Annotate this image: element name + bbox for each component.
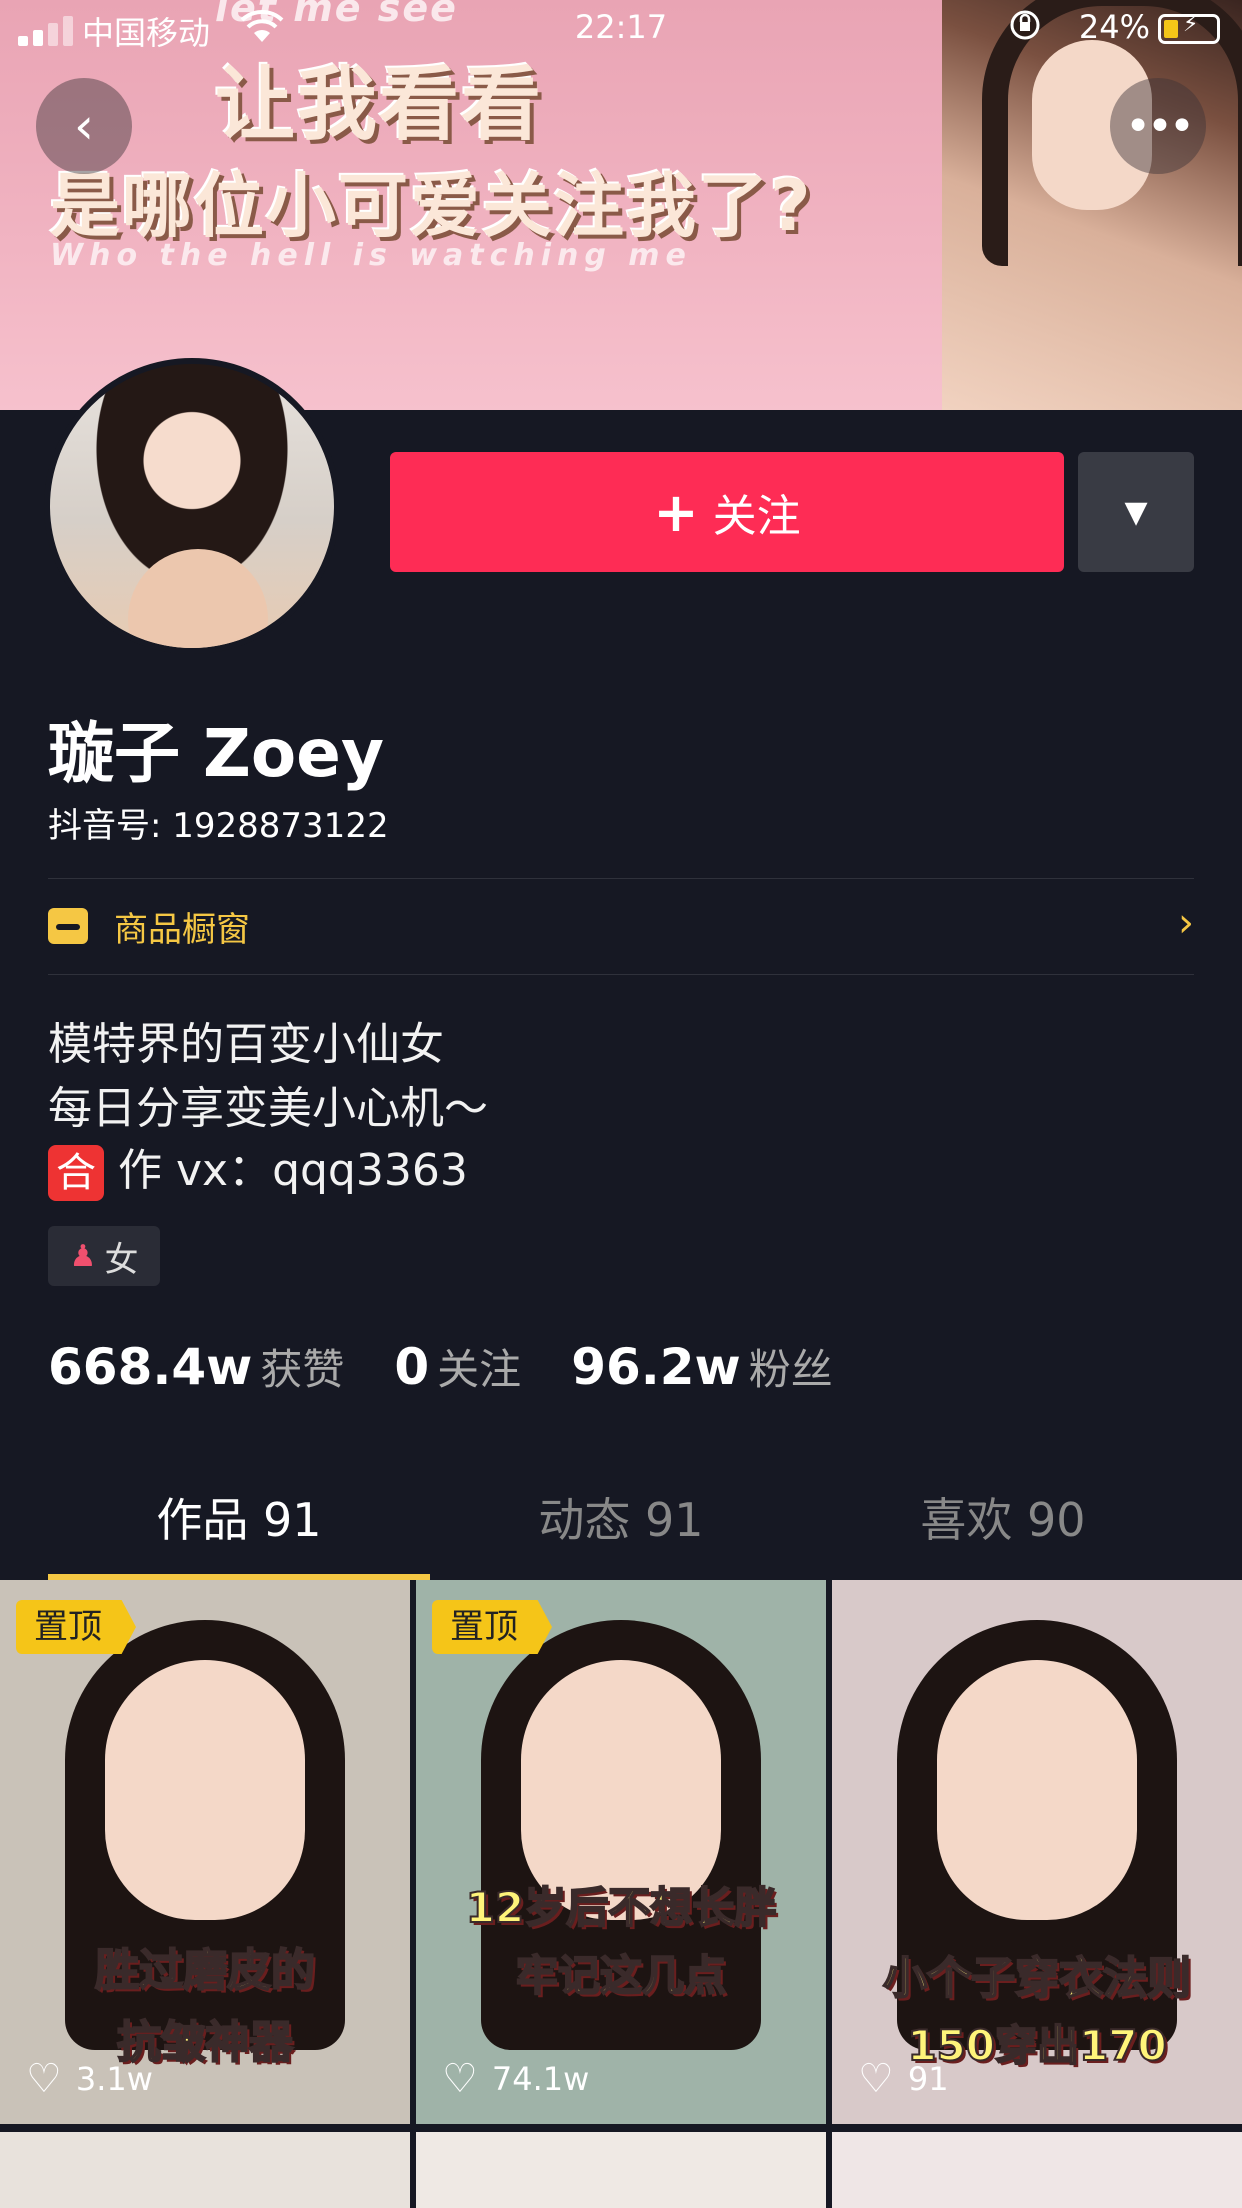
video-likes: ♡ 74.1w (442, 2056, 589, 2102)
more-dots-icon: ••• (1125, 100, 1195, 152)
video-thumbnail-6[interactable] (832, 2132, 1242, 2208)
stat-following-label: 关注 (437, 1345, 522, 1394)
stat-followers-label: 粉丝 (748, 1345, 833, 1394)
video-thumbnail-3[interactable]: 小个子穿衣法则 150穿出170 ♡ 91 (832, 1580, 1242, 2124)
status-bar: 中国移动 22:17 24% (0, 0, 1242, 58)
profile-banner: let me see 让我看看 是哪位小可爱关注我了? Who the hell… (0, 0, 1242, 410)
pinned-badge: 置顶 (16, 1600, 136, 1654)
profile-name: 璇子 Zoey (48, 715, 384, 792)
douyin-id: 抖音号: 1928873122 (48, 806, 389, 846)
stat-likes: 668.4w 获赞 (48, 1336, 344, 1397)
tab-works[interactable]: 作品 91 (48, 1480, 430, 1580)
video-thumbnail-2[interactable]: 置顶 12岁后不想长胖 牢记这几点 ♡ 74.1w (416, 1580, 826, 2124)
more-button[interactable]: ••• (1110, 78, 1206, 174)
video-thumbnail-5[interactable] (416, 2132, 826, 2208)
tab-likes[interactable]: 喜欢 90 (812, 1480, 1194, 1580)
heart-icon: ♡ (26, 2056, 62, 2102)
shop-window-row[interactable]: 商品橱窗 › (48, 878, 1194, 974)
divider (48, 974, 1194, 975)
bio-line-2: 每日分享变美小心机～ (48, 1083, 488, 1134)
stat-likes-label: 获赞 (260, 1345, 345, 1394)
banner-text-line3: Who the hell is watching me (50, 238, 692, 273)
follow-button[interactable]: + 关注 (390, 452, 1064, 572)
video-caption-line1: 12岁后不想长胖 (465, 1882, 777, 1933)
video-thumbnail-1[interactable]: 置顶 胜过磨皮的 抗皱神器 ♡ 3.1w (0, 1580, 410, 2124)
chevron-left-icon: ‹ (74, 97, 94, 155)
stats-row: 668.4w 获赞 0 关注 96.2w 粉丝 (48, 1336, 883, 1397)
battery-percent: 24% (1078, 8, 1150, 46)
plus-icon: + (653, 480, 699, 544)
caret-down-icon: ▼ (1124, 494, 1148, 530)
bio-line-1: 模特界的百变小仙女 (48, 1019, 444, 1070)
banner-photo (942, 0, 1242, 410)
heart-icon: ♡ (442, 2056, 478, 2102)
video-thumbnail-4[interactable] (0, 2132, 410, 2208)
heart-icon: ♡ (858, 2056, 894, 2102)
video-likes: ♡ 91 (858, 2056, 949, 2102)
video-caption-line1: 小个子穿衣法则 (882, 1952, 1192, 2005)
video-likes-count: 91 (907, 2060, 949, 2098)
avatar[interactable] (44, 358, 340, 654)
battery-icon (1158, 12, 1220, 44)
stat-likes-number: 668.4w (48, 1338, 253, 1396)
video-caption-line1: 胜过磨皮的 (94, 1944, 316, 1997)
chevron-right-icon: › (1178, 900, 1194, 946)
video-caption-line2: 牢记这几点 (515, 1950, 727, 2001)
status-time: 22:17 (574, 8, 668, 46)
tab-moments[interactable]: 动态 91 (430, 1480, 812, 1580)
female-icon: ♟ (69, 1238, 97, 1274)
cooperate-badge-icon: 合 (48, 1145, 104, 1201)
thumbnail-image (937, 1660, 1137, 1920)
stat-following[interactable]: 0 关注 (394, 1336, 521, 1397)
bio-line-3-text: 作 vx：qqq3363 (118, 1145, 468, 1196)
rotation-lock-icon (1008, 8, 1042, 50)
stat-followers[interactable]: 96.2w 粉丝 (571, 1336, 833, 1397)
profile-tabs: 作品 91 动态 91 喜欢 90 (48, 1480, 1194, 1580)
back-button[interactable]: ‹ (36, 78, 132, 174)
follow-label: 关注 (712, 491, 801, 542)
thumbnail-image (105, 1660, 305, 1920)
recommend-dropdown-button[interactable]: ▼ (1078, 452, 1194, 572)
bio-line-3: 合作 vx：qqq3363 (48, 1134, 468, 1201)
stat-following-number: 0 (394, 1338, 430, 1396)
pinned-badge: 置顶 (432, 1600, 552, 1654)
shop-icon (48, 908, 88, 944)
gender-tag: ♟ 女 (48, 1226, 160, 1286)
shop-window-label: 商品橱窗 (114, 909, 250, 950)
stat-followers-number: 96.2w (571, 1338, 741, 1396)
video-likes: ♡ 3.1w (26, 2056, 153, 2102)
video-likes-count: 74.1w (491, 2060, 590, 2098)
gender-label: 女 (104, 1239, 139, 1280)
video-likes-count: 3.1w (75, 2060, 153, 2098)
banner-text-line2: 是哪位小可爱关注我了? (50, 165, 813, 247)
